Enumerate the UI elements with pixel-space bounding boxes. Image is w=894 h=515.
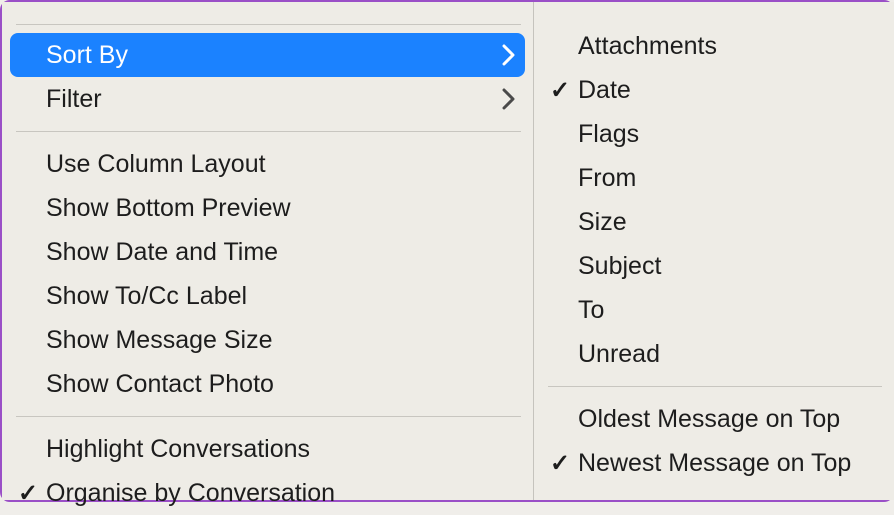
sort-option-flags[interactable]: Flags [534,112,894,156]
chevron-right-icon [502,88,515,110]
sort-order-oldest-on-top[interactable]: Oldest Message on Top [534,397,894,441]
menu-item-label: Size [578,208,878,237]
check-icon: ✓ [548,76,572,105]
view-menu-panel: Sort By Filter Use Column Layout Show Bo… [2,2,534,500]
menu-item-label: Subject [578,252,878,281]
sort-option-size[interactable]: Size [534,200,894,244]
menu-item-label: Attachments [578,32,878,61]
check-icon: ✓ [548,449,572,478]
menu-separator [16,131,521,132]
sort-option-date[interactable]: ✓ Date [534,68,894,112]
menu-item-label: To [578,296,878,325]
menu-item-filter[interactable]: Filter [2,77,533,121]
sort-by-submenu-panel: Attachments ✓ Date Flags From Size Subje… [534,2,894,500]
menu-item-label: Date [578,76,878,105]
menu-item-show-date-and-time[interactable]: Show Date and Time [2,230,533,274]
menu-item-label: Newest Message on Top [578,449,878,478]
menu-item-label: Show To/Cc Label [46,282,515,311]
sort-order-newest-on-top[interactable]: ✓ Newest Message on Top [534,441,894,485]
menu-item-use-column-layout[interactable]: Use Column Layout [2,142,533,186]
menu-item-sort-by[interactable]: Sort By [10,33,525,77]
menu-item-label: Filter [46,85,502,114]
sort-option-to[interactable]: To [534,288,894,332]
menu-separator [16,416,521,417]
menu-item-label: Highlight Conversations [46,435,515,464]
menu-item-label: Use Column Layout [46,150,515,179]
menu-item-label: Unread [578,340,878,369]
sort-option-attachments[interactable]: Attachments [534,24,894,68]
sort-option-unread[interactable]: Unread [534,332,894,376]
menu-item-label: Oldest Message on Top [578,405,878,434]
menu-separator [548,386,882,387]
menu-item-show-bottom-preview[interactable]: Show Bottom Preview [2,186,533,230]
sort-option-from[interactable]: From [534,156,894,200]
menu-item-label: Show Bottom Preview [46,194,515,223]
menu-item-highlight-conversations[interactable]: Highlight Conversations [2,427,533,471]
menu-item-show-to-cc-label[interactable]: Show To/Cc Label [2,274,533,318]
menu-item-label: Flags [578,120,878,149]
menu-item-label: Show Date and Time [46,238,515,267]
chevron-right-icon [502,44,515,66]
menu-item-show-message-size[interactable]: Show Message Size [2,318,533,362]
sort-option-subject[interactable]: Subject [534,244,894,288]
menu-item-show-contact-photo[interactable]: Show Contact Photo [2,362,533,406]
menu-item-label: Show Contact Photo [46,370,515,399]
menu-item-organise-by-conversation[interactable]: ✓ Organise by Conversation [2,471,533,515]
menu-item-label: From [578,164,878,193]
menu-item-label: Sort By [46,41,502,70]
menu-item-label: Show Message Size [46,326,515,355]
check-icon: ✓ [16,479,40,508]
menu-separator [16,24,521,25]
menu-item-label: Organise by Conversation [46,479,515,508]
